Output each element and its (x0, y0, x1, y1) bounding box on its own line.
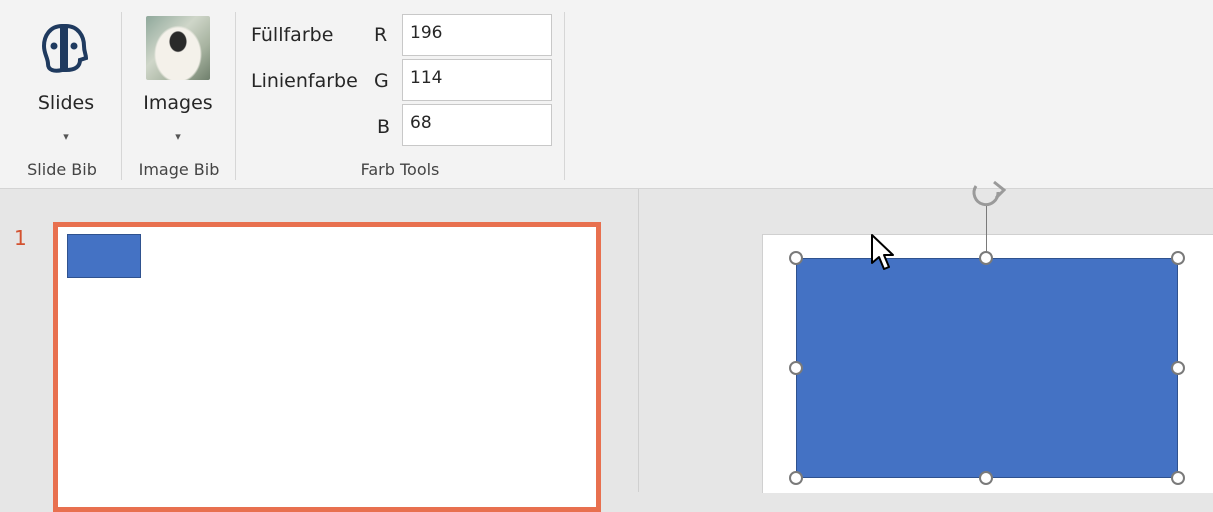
ribbon: Slides ▾ Images ▾ Füllfarbe R 196 Linien… (0, 0, 1213, 189)
b-input[interactable]: 68 (402, 104, 552, 146)
resize-handle-right[interactable] (1171, 361, 1185, 375)
resize-handle-bottom-left[interactable] (789, 471, 803, 485)
separator (235, 12, 236, 180)
slides-label: Slides (37, 92, 95, 114)
brain-icon (41, 23, 88, 73)
line-color-label: Linienfarbe (251, 70, 358, 92)
g-label: G (374, 70, 389, 92)
slides-button[interactable]: Slides ▾ (22, 12, 110, 152)
resize-handle-bottom[interactable] (979, 471, 993, 485)
images-dropdown-caret[interactable]: ▾ (132, 130, 224, 143)
g-input[interactable]: 114 (402, 59, 552, 101)
slide-number: 1 (14, 226, 27, 250)
resize-handle-top-left[interactable] (789, 251, 803, 265)
selected-rectangle-shape[interactable] (796, 258, 1178, 478)
thumbnail-rectangle-shape (67, 234, 141, 278)
images-button[interactable]: Images ▾ (132, 12, 224, 152)
rotate-handle-icon[interactable] (964, 172, 1012, 212)
b-label: B (377, 116, 391, 138)
group-label-farb-tools: Farb Tools (360, 160, 440, 179)
slides-dropdown-caret[interactable]: ▾ (22, 130, 110, 143)
resize-handle-bottom-right[interactable] (1171, 471, 1185, 485)
group-label-slide-bib: Slide Bib (27, 160, 97, 179)
resize-handle-top-right[interactable] (1171, 251, 1185, 265)
slide-thumbnail[interactable] (53, 222, 601, 512)
separator (121, 12, 122, 180)
r-label: R (374, 24, 388, 46)
r-input[interactable]: 196 (402, 14, 552, 56)
fill-color-label: Füllfarbe (251, 24, 334, 46)
mouse-cursor-icon (871, 234, 894, 270)
separator (564, 12, 565, 180)
resize-handle-left[interactable] (789, 361, 803, 375)
resize-handle-top[interactable] (979, 251, 993, 265)
image-icon (146, 16, 210, 80)
images-label: Images (143, 92, 213, 114)
group-label-image-bib: Image Bib (138, 160, 220, 179)
